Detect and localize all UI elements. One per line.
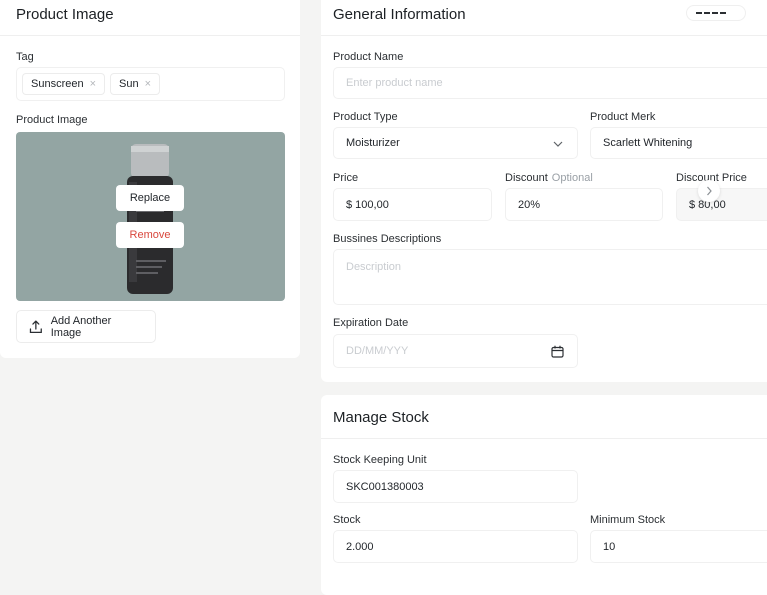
- product-bottle-image: [127, 144, 173, 294]
- tag-label: Tag: [16, 51, 34, 63]
- expiration-date-placeholder: DD/MM/YYY: [346, 345, 409, 357]
- discount-price-input[interactable]: $ 80,00: [676, 188, 767, 221]
- tag-chip-label: Sun: [119, 78, 139, 90]
- general-information-divider: [321, 35, 767, 36]
- product-merk-input[interactable]: Scarlett Whitening: [590, 127, 767, 159]
- product-image-divider: [0, 35, 300, 36]
- product-photo: Replace Remove: [16, 132, 285, 301]
- upload-icon: [29, 319, 42, 333]
- tag-chip-sun[interactable]: Sun ×: [110, 73, 161, 95]
- discount-optional-text: Optional: [551, 172, 593, 184]
- product-merk-label: Product Merk: [590, 111, 656, 123]
- add-another-image-label: Add Another Image: [50, 314, 112, 339]
- more-icon[interactable]: [686, 5, 746, 21]
- product-image-label: Product Image: [16, 114, 88, 126]
- stock-label: Stock: [333, 514, 361, 526]
- minimum-stock-input[interactable]: 10: [590, 530, 767, 563]
- close-icon[interactable]: ×: [90, 78, 96, 90]
- expiration-date-label: Expiration Date: [333, 317, 409, 329]
- tag-chip-label: Sunscreen: [31, 78, 84, 90]
- add-another-image-button[interactable]: Add Another Image: [16, 310, 156, 343]
- general-information-title: General Information: [333, 6, 466, 23]
- remove-button[interactable]: Remove: [116, 222, 184, 248]
- product-image-title: Product Image: [16, 6, 114, 23]
- manage-stock-title: Manage Stock: [333, 409, 429, 426]
- discount-label-text: Discount: [505, 172, 548, 184]
- price-label: Price: [333, 172, 359, 184]
- discount-input[interactable]: 20%: [505, 188, 663, 221]
- close-icon[interactable]: ×: [145, 78, 151, 90]
- sku-input[interactable]: SKC001380003: [333, 470, 578, 503]
- manage-stock-divider: [321, 438, 767, 439]
- product-type-select[interactable]: Moisturizer: [333, 127, 578, 159]
- description-label: Bussines Descriptions: [333, 233, 442, 245]
- sku-label: Stock Keeping Unit: [333, 454, 427, 466]
- expiration-date-input[interactable]: DD/MM/YYY: [333, 334, 578, 368]
- calendar-icon[interactable]: [551, 345, 564, 358]
- product-name-input[interactable]: Enter product name: [333, 67, 767, 99]
- replace-button[interactable]: Replace: [116, 185, 184, 211]
- more-icon-mark: [696, 12, 726, 16]
- product-type-label: Product Type: [333, 111, 398, 123]
- product-type-value: Moisturizer: [346, 137, 400, 149]
- scroll-right-button[interactable]: [698, 180, 720, 202]
- price-input[interactable]: $ 100,00: [333, 188, 492, 221]
- tag-chip-sunscreen[interactable]: Sunscreen ×: [22, 73, 106, 95]
- discount-label: Discount Optional: [505, 172, 593, 184]
- chevron-down-icon: [553, 141, 563, 147]
- description-textarea[interactable]: Description: [333, 249, 767, 305]
- product-name-label: Product Name: [333, 51, 404, 63]
- chevron-right-icon: [707, 186, 712, 196]
- minimum-stock-label: Minimum Stock: [590, 514, 666, 526]
- stock-input[interactable]: 2.000: [333, 530, 578, 563]
